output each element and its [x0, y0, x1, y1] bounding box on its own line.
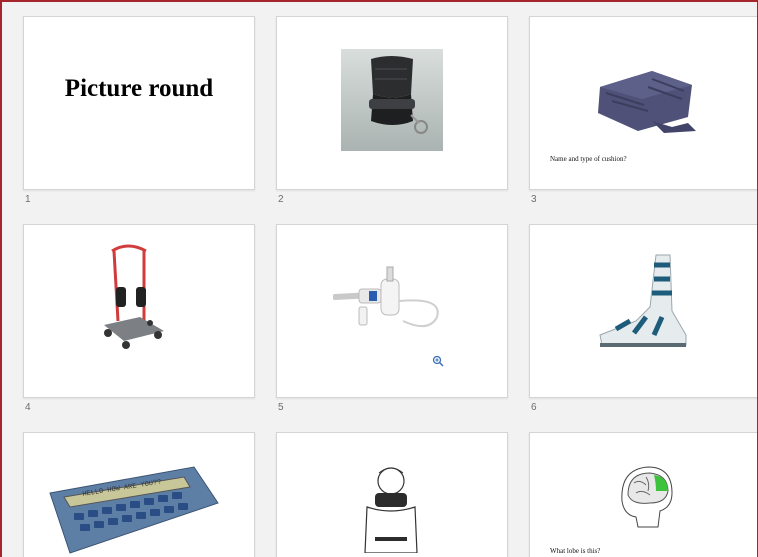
magnifier-plus-icon[interactable] — [432, 355, 444, 367]
slide-number-4: 4 — [25, 402, 31, 413]
walker-boot-image — [599, 254, 687, 347]
slide-thumbnail-1[interactable]: Picture round — [23, 16, 255, 190]
slide-thumbnail-8[interactable] — [276, 432, 508, 557]
slide-caption: What lobe is this? — [550, 547, 601, 555]
brain-diagram-image — [621, 466, 673, 528]
slide-thumbnail-3[interactable]: Name and type of cushion? — [529, 16, 757, 190]
nebulizer-image — [333, 266, 439, 328]
cushion-image — [598, 71, 696, 133]
slide-number-2: 2 — [278, 194, 284, 205]
slide-caption: Name and type of cushion? — [550, 155, 627, 163]
slide-thumbnail-5[interactable] — [276, 224, 508, 398]
slide-title: Picture round — [64, 75, 214, 102]
slide-number-1: 1 — [25, 194, 31, 205]
slide-number-6: 6 — [531, 402, 537, 413]
slide-thumbnail-4[interactable] — [23, 224, 255, 398]
slide-number-3: 3 — [531, 194, 537, 205]
slide-number-5: 5 — [278, 402, 284, 413]
stand-aid-image — [104, 244, 164, 349]
slide-thumbnail-6[interactable] — [529, 224, 757, 398]
slide-thumbnail-9[interactable]: What lobe is this? — [529, 432, 757, 557]
slide-sorter-panel: Picture round 1 2 Name and type of cushi… — [0, 0, 758, 557]
cervical-collar-figure-image — [364, 467, 418, 553]
wrist-splint-image — [341, 49, 443, 151]
communication-device-image — [49, 466, 219, 554]
slide-grid: Picture round 1 2 Name and type of cushi… — [2, 2, 757, 557]
slide-thumbnail-2[interactable] — [276, 16, 508, 190]
slide-thumbnail-7[interactable]: HELLO HOW ARE YOU?? — [23, 432, 255, 557]
